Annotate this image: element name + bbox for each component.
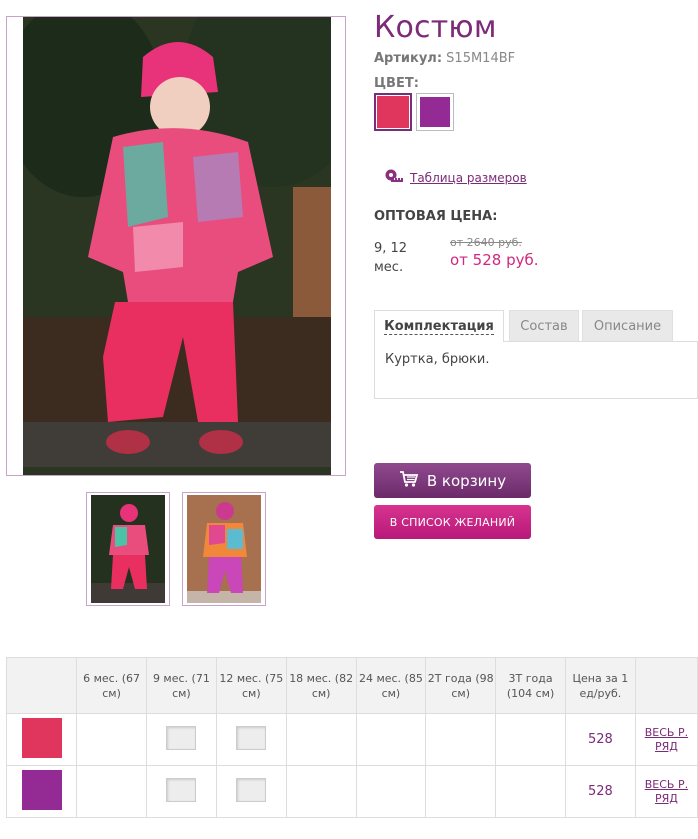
grid-header-cell	[5, 657, 78, 714]
row-price: 528	[564, 713, 636, 766]
tab-content: Куртка, брюки.	[374, 341, 698, 399]
measuring-tape-icon	[384, 169, 404, 186]
article-value: S15M14BF	[446, 51, 516, 66]
size-cell	[145, 713, 217, 766]
row-color-cell	[5, 713, 78, 766]
grid-header-cell: 3Т года (104 см)	[495, 657, 566, 714]
size-table-label: Таблица размеров	[410, 170, 527, 185]
grid-header-cell	[634, 657, 698, 714]
grid-row-purple: 528 ВЕСЬ Р. РЯД	[5, 765, 698, 818]
tab-sostav[interactable]: Состав	[509, 310, 579, 342]
cart-button-label: В корзину	[426, 471, 507, 490]
quantity-input[interactable]	[236, 726, 267, 750]
size-cell-empty	[495, 713, 566, 766]
size-cell-empty	[285, 713, 357, 766]
thumbnail-photo	[187, 495, 261, 603]
row-price: 528	[564, 765, 636, 818]
color-label: ЦВЕТ:	[374, 76, 419, 91]
thumbnail-1[interactable]	[86, 492, 170, 606]
color-chip	[420, 97, 450, 127]
row-color-swatch	[21, 770, 62, 810]
size-cell-empty	[355, 713, 427, 766]
add-to-wishlist-button[interactable]: В СПИСОК ЖЕЛАНИЙ	[374, 505, 531, 539]
product-title: Костюм	[374, 10, 497, 45]
shopping-cart-icon	[399, 470, 419, 492]
grid-header-cell: 24 мес. (85 см)	[355, 657, 427, 714]
color-swatch-purple[interactable]	[416, 93, 454, 131]
size-cell-empty	[425, 765, 497, 818]
article-label: Артикул:	[374, 51, 443, 66]
grid-header-cell: 12 мес. (75 см)	[215, 657, 287, 714]
quantity-input[interactable]	[166, 778, 197, 802]
tab-komplektaciya[interactable]: Комплектация	[374, 310, 504, 342]
grid-header-cell: 9 мес. (71 см)	[145, 657, 217, 714]
new-price: от 528 руб.	[450, 251, 539, 269]
row-color-swatch	[21, 718, 62, 758]
row-color-cell	[5, 765, 78, 818]
article-number: Артикул: S15M14BF	[374, 51, 515, 66]
size-cell	[215, 765, 287, 818]
tab-label: Комплектация	[384, 318, 494, 335]
size-cell-empty	[285, 765, 357, 818]
thumbnail-2[interactable]	[182, 492, 266, 606]
row-all-cell: ВЕСЬ Р. РЯД	[634, 713, 698, 766]
color-chip	[377, 96, 409, 128]
size-cell	[215, 713, 287, 766]
quantity-input[interactable]	[236, 778, 267, 802]
size-cell-empty	[495, 765, 566, 818]
size-cell-empty	[76, 765, 147, 818]
order-size-grid: 6 мес. (67 см) 9 мес. (71 см) 12 мес. (7…	[5, 657, 698, 818]
size-cell-empty	[76, 713, 147, 766]
color-swatch-pink[interactable]	[374, 93, 412, 131]
price-ages: 9, 12 мес.	[374, 241, 408, 275]
size-cell-empty	[355, 765, 427, 818]
grid-header-cell: 6 мес. (67 см)	[76, 657, 147, 714]
grid-row-pink: 528 ВЕСЬ Р. РЯД	[5, 713, 698, 766]
grid-header-cell: Цена за 1 ед/руб.	[564, 657, 636, 714]
size-table-link[interactable]: Таблица размеров	[384, 169, 527, 186]
old-price: от 2640 руб.	[450, 236, 522, 249]
wholesale-price-label: ОПТОВАЯ ЦЕНА:	[374, 209, 498, 224]
quantity-input[interactable]	[166, 726, 197, 750]
grid-header-row: 6 мес. (67 см) 9 мес. (71 см) 12 мес. (7…	[5, 657, 698, 714]
product-main-image[interactable]	[6, 16, 346, 476]
tab-label: Описание	[593, 318, 662, 334]
row-all-cell: ВЕСЬ Р. РЯД	[634, 765, 698, 818]
tab-opisanie[interactable]: Описание	[582, 310, 673, 342]
size-cell	[145, 765, 217, 818]
add-to-cart-button[interactable]: В корзину	[374, 463, 531, 498]
select-all-sizes-link[interactable]: ВЕСЬ Р. РЯД	[645, 778, 688, 805]
grid-header-cell: 2Т года (98 см)	[425, 657, 497, 714]
grid-header-cell: 18 мес. (82 см)	[285, 657, 357, 714]
select-all-sizes-link[interactable]: ВЕСЬ Р. РЯД	[645, 726, 688, 753]
thumbnail-photo	[91, 495, 165, 603]
tab-label: Состав	[520, 318, 568, 334]
product-photo	[23, 17, 331, 475]
size-cell-empty	[425, 713, 497, 766]
